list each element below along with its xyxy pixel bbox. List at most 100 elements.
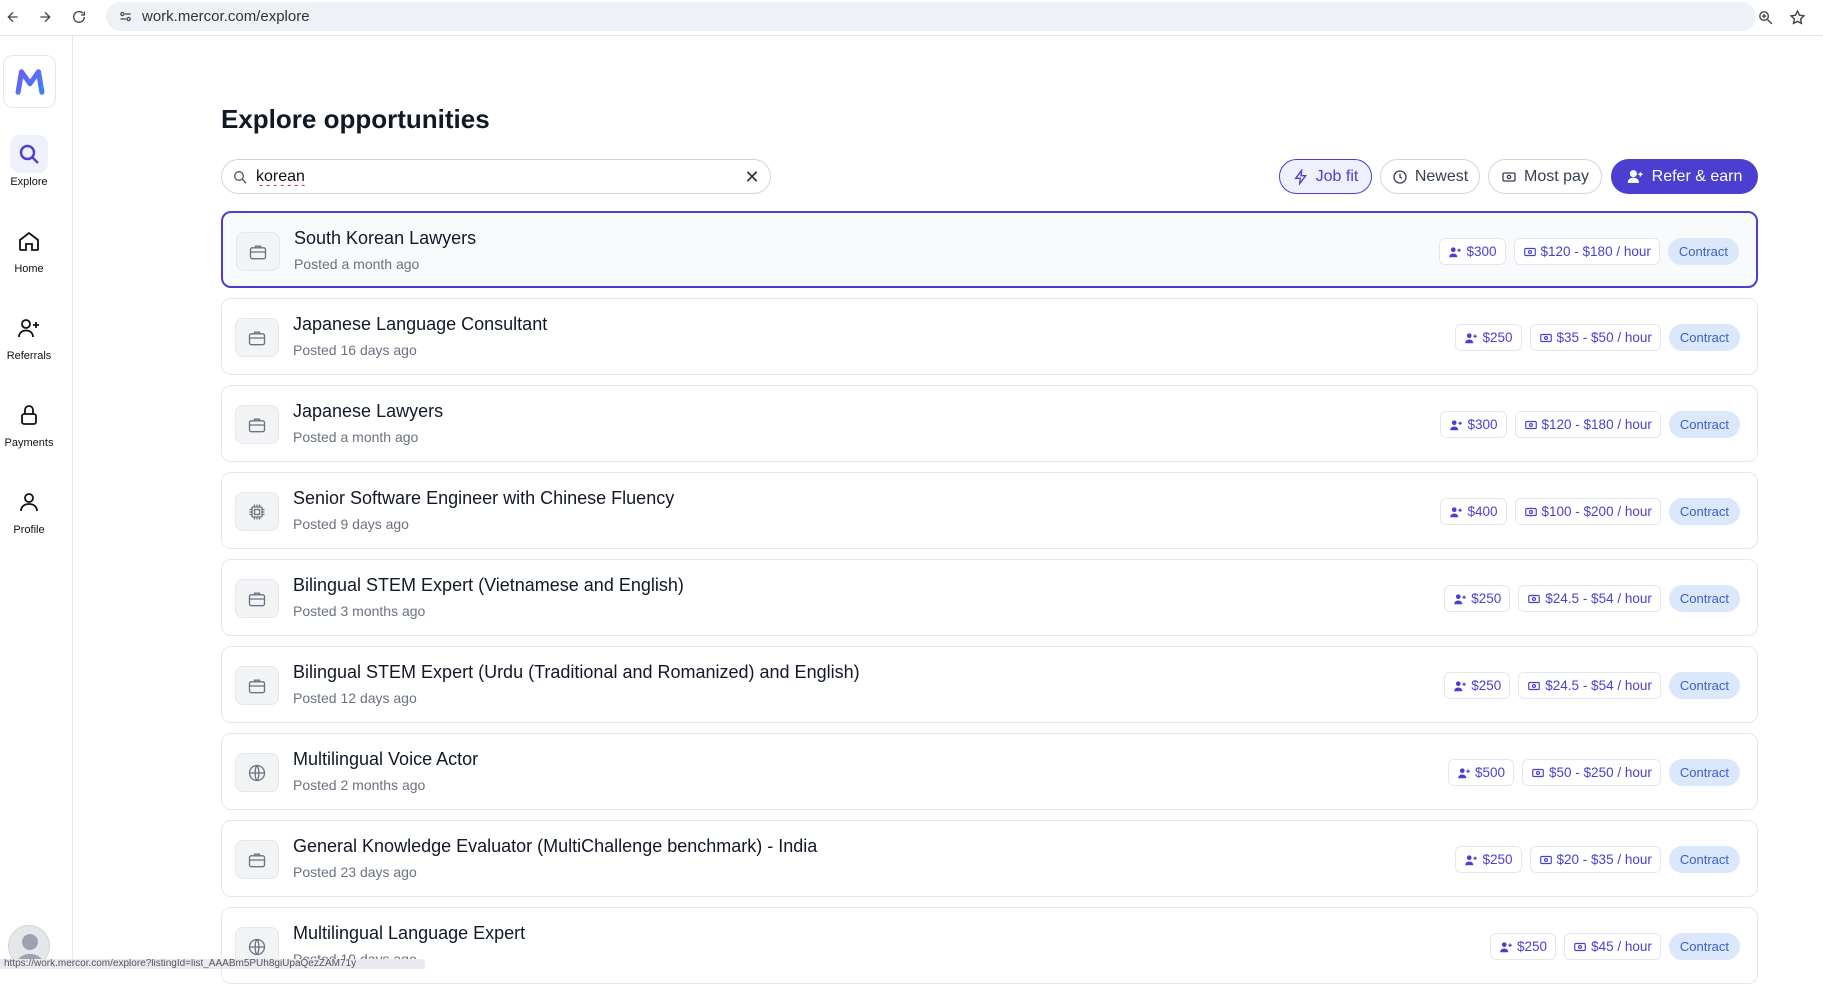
site-settings-icon[interactable] [118, 9, 133, 24]
pay-rate-badge: $100 - $200 / hour [1514, 498, 1661, 525]
back-button[interactable] [0, 4, 26, 30]
sidebar-item-profile[interactable]: Profile [0, 483, 58, 536]
referral-bonus-badge: $250 [1455, 846, 1522, 873]
browser-toolbar: work.mercor.com/explore [0, 0, 1823, 36]
job-posted-date: Posted 3 months ago [293, 603, 426, 619]
sort-label: Job fit [1315, 167, 1359, 185]
arrow-right-icon [40, 11, 51, 23]
job-tags: $250 $24.5 - $54 / hour Contract [1444, 672, 1740, 699]
job-posted-date: Posted a month ago [293, 429, 419, 445]
search-input[interactable] [256, 164, 716, 190]
referral-amount: $250 [1517, 939, 1548, 954]
job-listing-row[interactable]: Bilingual STEM Expert (Urdu (Traditional… [221, 646, 1758, 723]
sidebar-item-explore[interactable]: Explore [0, 135, 58, 188]
briefcase-icon [235, 666, 279, 705]
user-plus-icon [1449, 246, 1462, 257]
job-type-badge: Contract [1668, 585, 1740, 612]
briefcase-icon [235, 318, 279, 357]
sort-most-pay-button[interactable]: Most pay [1488, 159, 1602, 194]
referral-bonus-badge: $250 [1455, 324, 1522, 351]
clock-icon [1393, 169, 1407, 184]
lightning-icon [1293, 168, 1307, 185]
sidebar-item-home[interactable]: Home [0, 222, 58, 275]
referral-bonus-badge: $400 [1440, 498, 1507, 525]
job-listing-row[interactable]: Senior Software Engineer with Chinese Fl… [221, 472, 1758, 549]
referral-bonus-badge: $500 [1447, 759, 1515, 786]
job-type-badge: Contract [1668, 759, 1740, 786]
money-icon [1524, 507, 1537, 516]
job-tags: $500 $50 - $250 / hour Contract [1447, 759, 1740, 786]
job-listing-row[interactable]: Japanese Lawyers Posted a month ago $300 $1… [221, 385, 1758, 462]
user-plus-icon [1465, 854, 1478, 865]
bookmark-button[interactable] [1784, 4, 1810, 30]
money-icon [1539, 333, 1552, 342]
pay-rate-badge: $20 - $35 / hour [1529, 846, 1661, 873]
pay-rate-badge: $35 - $50 / hour [1529, 324, 1661, 351]
briefcase-icon [235, 579, 279, 618]
job-posted-date: Posted 9 days ago [293, 516, 409, 532]
sort-newest-button[interactable]: Newest [1380, 159, 1480, 194]
url-text: work.mercor.com/explore [142, 8, 310, 25]
briefcase-icon [235, 405, 279, 444]
sidebar-item-label: Home [14, 263, 44, 275]
money-icon [1524, 420, 1537, 429]
briefcase-icon [236, 232, 280, 271]
pay-rate-badge: $50 - $250 / hour [1522, 759, 1661, 786]
user-plus-icon [1458, 767, 1470, 778]
job-listing-row[interactable]: Japanese Language Consultant Posted 16 da… [221, 298, 1758, 375]
sidebar-item-payments[interactable]: Payments [0, 396, 58, 449]
pay-rate-badge: $120 - $180 / hour [1513, 238, 1660, 265]
user-plus-icon [1454, 593, 1467, 604]
user-plus-icon [1450, 506, 1463, 517]
user-plus-icon [1465, 332, 1478, 343]
star-icon [1789, 8, 1805, 25]
pay-rate: $24.5 - $54 / hour [1545, 591, 1652, 606]
job-posted-date: Posted 23 days ago [293, 864, 417, 880]
zoom-button[interactable] [1752, 4, 1778, 30]
home-icon-wrap [10, 222, 48, 260]
job-listing-row[interactable]: Multilingual Language ExpertPosted 19 da… [221, 907, 1758, 984]
user-icon-wrap [10, 483, 48, 521]
search-icon [234, 171, 247, 184]
job-title: Bilingual STEM Expert (Vietnamese and En… [293, 575, 684, 595]
referral-amount: $300 [1466, 244, 1497, 259]
lock-icon-wrap [10, 396, 48, 434]
user-plus-icon-wrap [10, 309, 48, 347]
job-title: Multilingual Language Expert [293, 923, 526, 943]
job-listing-row[interactable]: Multilingual Voice Actor Posted 2 months … [221, 733, 1758, 810]
close-icon: ✕ [744, 167, 760, 187]
job-listing-row[interactable]: Bilingual STEM Expert (Vietnamese and En… [221, 559, 1758, 636]
refer-label: Refer & earn [1651, 167, 1743, 185]
search-icon-wrap [10, 135, 48, 173]
job-listing-row[interactable]: South Korean Lawyers Posted a month ago $3… [221, 211, 1758, 288]
referral-amount: $300 [1467, 417, 1498, 432]
reload-button[interactable] [66, 4, 92, 30]
forward-button[interactable] [32, 4, 58, 30]
job-listing-row[interactable]: General Knowledge Evaluator (MultiChalle… [221, 820, 1758, 897]
zoom-icon [1758, 10, 1772, 24]
address-bar[interactable]: work.mercor.com/explore [106, 2, 1756, 31]
job-tags: $250 $35 - $50 / hour Contract [1455, 324, 1740, 351]
pay-rate: $20 - $35 / hour [1556, 852, 1652, 867]
referral-amount: $500 [1474, 765, 1506, 780]
search-icon [19, 144, 39, 164]
referral-amount: $250 [1471, 591, 1502, 606]
sidebar-item-referrals[interactable]: Referrals [0, 309, 58, 362]
status-url: https://work.mercor.com/explore?listingI… [0, 959, 425, 969]
sort-job-fit-button[interactable]: Job fit [1279, 159, 1372, 194]
job-title: Japanese Lawyers [293, 401, 444, 421]
pay-rate-badge: $120 - $180 / hour [1514, 411, 1661, 438]
sort-label: Most pay [1524, 167, 1589, 185]
job-title: Senior Software Engineer with Chinese Fl… [293, 488, 675, 508]
referral-amount: $250 [1482, 330, 1513, 345]
pay-rate-badge: $24.5 - $54 / hour [1518, 672, 1661, 699]
sidebar-item-label: Payments [4, 437, 54, 449]
refer-and-earn-button[interactable]: Refer & earn [1611, 159, 1758, 194]
mercor-logo[interactable] [3, 55, 56, 108]
user-icon [20, 493, 38, 512]
referral-amount: $250 [1482, 852, 1513, 867]
clear-search-button[interactable]: ✕ [742, 167, 762, 187]
search-bar: ✕ [221, 159, 771, 194]
lock-icon [21, 405, 37, 425]
job-posted-date: Posted a month ago [294, 256, 420, 272]
